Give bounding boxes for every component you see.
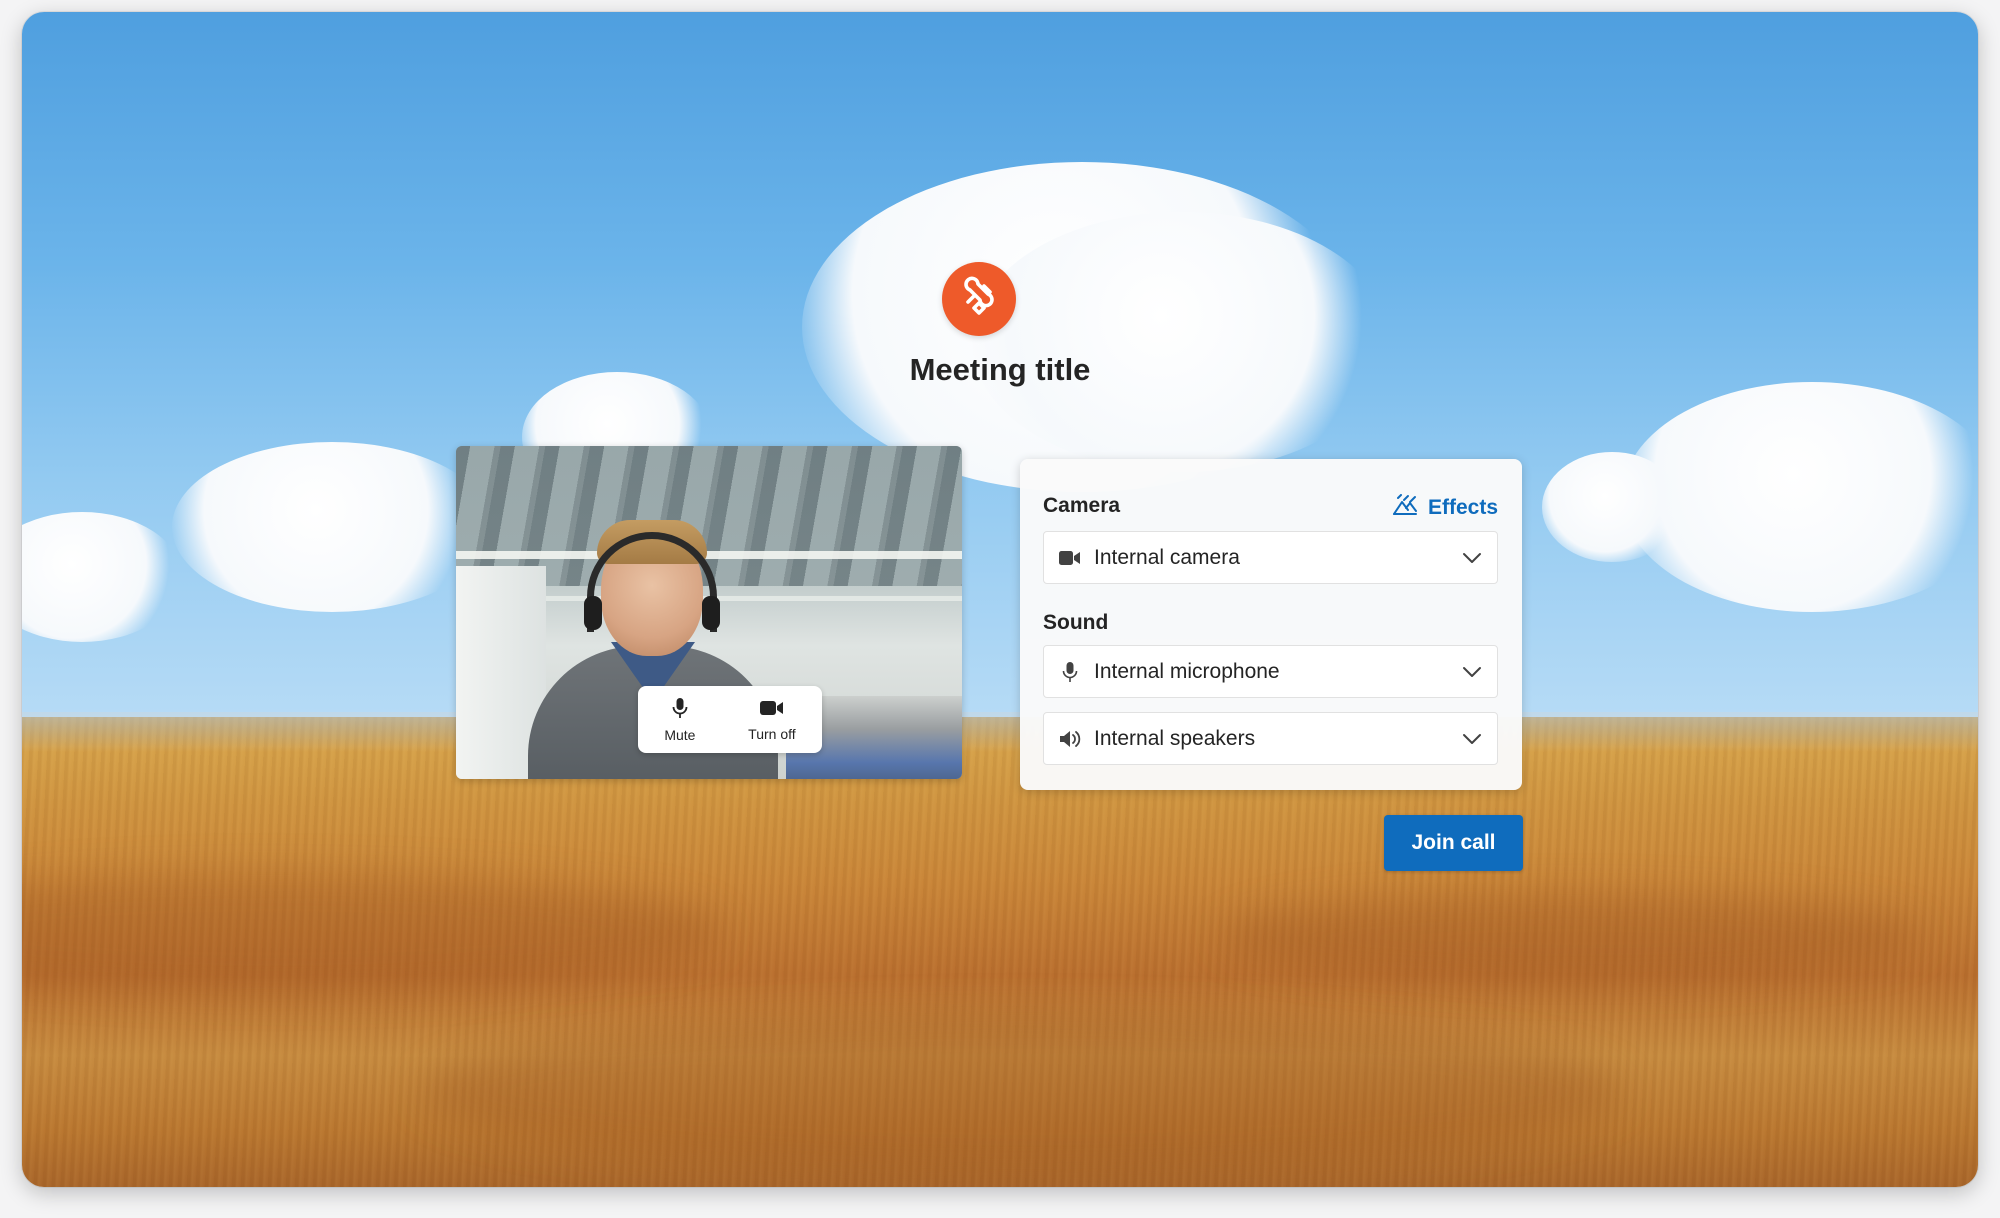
effects-icon	[1392, 494, 1418, 522]
microphone-select[interactable]: Internal microphone	[1043, 645, 1498, 698]
preview-controls: Mute Turn off	[638, 686, 822, 753]
camera-toggle-label: Turn off	[748, 725, 796, 742]
preview-light	[456, 551, 962, 559]
background-cloud	[172, 442, 492, 612]
join-call-button[interactable]: Join call	[1384, 815, 1523, 871]
camera-select[interactable]: Internal camera	[1043, 531, 1498, 584]
video-camera-icon	[759, 698, 785, 721]
app-logo-icon	[956, 274, 1002, 325]
mute-label: Mute	[664, 726, 696, 743]
microphone-icon	[1058, 660, 1082, 684]
microphone-icon	[671, 697, 689, 722]
camera-toggle-button[interactable]: Turn off	[740, 694, 803, 746]
preview-earcup	[702, 596, 720, 630]
chevron-down-icon	[1461, 547, 1483, 569]
camera-select-value: Internal camera	[1094, 545, 1240, 569]
speaker-select-value: Internal speakers	[1094, 726, 1256, 750]
effects-button[interactable]: Effects	[1392, 494, 1498, 522]
device-settings-panel: Camera Effects Internal camera Sound Int…	[1020, 459, 1522, 790]
mute-button[interactable]: Mute	[656, 693, 703, 747]
field-shadow	[1222, 892, 1922, 982]
chevron-down-icon	[1461, 661, 1483, 683]
background-cloud	[972, 212, 1392, 472]
meeting-title: Meeting title	[909, 352, 1091, 387]
effects-label: Effects	[1427, 496, 1498, 519]
background-cloud	[1542, 452, 1682, 562]
video-camera-icon	[1058, 546, 1082, 570]
microphone-select-value: Internal microphone	[1094, 659, 1280, 683]
app-logo	[942, 262, 1016, 336]
field-shadow	[422, 1012, 1622, 1172]
chevron-down-icon	[1461, 728, 1483, 750]
sound-section-label: Sound	[1043, 611, 1109, 634]
camera-section-label: Camera	[1043, 494, 1121, 517]
preview-earcup	[584, 596, 602, 630]
camera-preview: Mute Turn off	[456, 446, 962, 779]
horizon-haze	[22, 712, 1978, 752]
speaker-select[interactable]: Internal speakers	[1043, 712, 1498, 765]
speaker-icon	[1058, 727, 1082, 751]
app-window	[22, 12, 1978, 1187]
